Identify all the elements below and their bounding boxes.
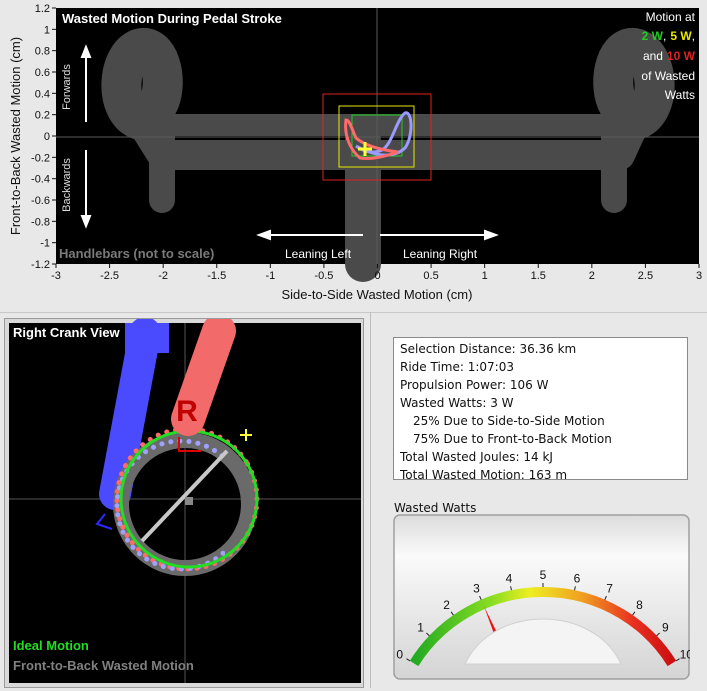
leaning-left-label: Leaning Left	[285, 247, 352, 261]
ride-stats-box: Selection Distance: 36.36 km Ride Time: …	[393, 337, 688, 482]
panel-divider	[0, 312, 707, 313]
gauge-tick-label: 0	[396, 647, 403, 661]
y-tick-label: 0.2	[35, 110, 50, 122]
gauge-tick-label: 1	[417, 620, 424, 634]
selection-distance: Selection Distance: 36.36 km	[400, 342, 577, 356]
y-tick-label: -0.6	[31, 195, 50, 207]
y-tick-label: -0.4	[31, 174, 50, 186]
y-tick-label: 0.8	[35, 46, 50, 58]
wasted-motion-plot: Forwards Backwards Leaning Left Leaning …	[0, 0, 707, 312]
gauge-tick-label: 2	[443, 598, 450, 612]
leaning-right-label: Leaning Right	[403, 247, 478, 261]
x-tick-label: -0.5	[314, 270, 333, 282]
wasted-watts-gauge: 01 2 3 4 5 6 7 8 9 10	[393, 514, 690, 680]
gauge-tick-label: 3	[473, 582, 480, 596]
crank-letter: R	[176, 395, 198, 428]
gauge-tick-label: 8	[636, 598, 643, 612]
x-tick-label: 2	[589, 270, 595, 282]
y-tick-label: -0.8	[31, 216, 50, 228]
y-tick-label: -0.2	[31, 152, 50, 164]
y-tick-label: 0.6	[35, 67, 50, 79]
gauge-tick-label: 6	[574, 571, 581, 585]
gauge-tick-label: 10	[680, 647, 690, 661]
x-tick-label: 3	[696, 270, 702, 282]
x-tick-label: -1.5	[207, 270, 226, 282]
svg-text:Motion at: Motion at	[646, 10, 696, 24]
y-tick-label: 1.2	[35, 3, 50, 15]
propulsion-power: Propulsion Power: 106 W	[400, 378, 549, 392]
side-to-side-percent: 25% Due to Side-to-Side Motion	[413, 414, 605, 428]
svg-text:of Wasted: of Wasted	[641, 69, 695, 83]
y-tick-label: -1	[40, 238, 50, 250]
ride-time: Ride Time: 1:07:03	[400, 360, 514, 374]
wasted-motion-label: Front-to-Back Wasted Motion	[13, 658, 194, 673]
svg-text:and10 W: and 10 W	[643, 49, 696, 63]
front-to-back-percent: 75% Due to Front-to-Back Motion	[413, 432, 612, 446]
handlebars-note: Handlebars (not to scale)	[59, 246, 214, 261]
right-crank-view: R Right Crank View Ideal Motion Front-to…	[9, 314, 361, 683]
crank-title: Right Crank View	[13, 325, 121, 340]
y-axis-label: Front-to-Back Wasted Motion (cm)	[8, 37, 23, 235]
x-tick-label: 1	[482, 270, 488, 282]
ideal-motion-label: Ideal Motion	[13, 638, 89, 653]
x-tick-label: 0	[374, 270, 380, 282]
x-tick-label: -2	[158, 270, 168, 282]
x-tick-label: -2.5	[100, 270, 119, 282]
right-crank-panel: R Right Crank View Ideal Motion Front-to…	[4, 314, 364, 688]
x-axis-label: Side-to-Side Wasted Motion (cm)	[282, 287, 473, 302]
x-tick-label: 1.5	[531, 270, 546, 282]
y-tick-label: -1.2	[31, 259, 50, 271]
gauge-tick-label: 4	[506, 571, 513, 585]
y-tick-label: 0	[44, 131, 50, 143]
x-tick-label: 2.5	[638, 270, 653, 282]
y-tick-label: 0.4	[35, 88, 50, 100]
gauge-tick-label: 9	[662, 620, 669, 634]
forwards-label: Forwards	[61, 64, 73, 110]
gauge-tick-label: 5	[540, 568, 547, 582]
gauge-tick-label: 7	[606, 582, 613, 596]
x-tick-label: 0.5	[423, 270, 438, 282]
svg-text:Watts: Watts	[665, 88, 695, 102]
plot-title: Wasted Motion During Pedal Stroke	[62, 11, 282, 26]
gauge-label: Wasted Watts	[394, 501, 477, 515]
wasted-watts: Wasted Watts: 3 W	[400, 396, 514, 410]
total-wasted-joules: Total Wasted Joules: 14 kJ	[400, 450, 553, 464]
y-tick-label: 1	[44, 24, 50, 36]
total-wasted-motion: Total Wasted Motion: 163 m	[400, 468, 568, 482]
x-tick-label: -1	[265, 270, 275, 282]
x-tick-label: -3	[51, 270, 61, 282]
vertical-divider	[370, 312, 371, 688]
backwards-label: Backwards	[61, 158, 73, 212]
